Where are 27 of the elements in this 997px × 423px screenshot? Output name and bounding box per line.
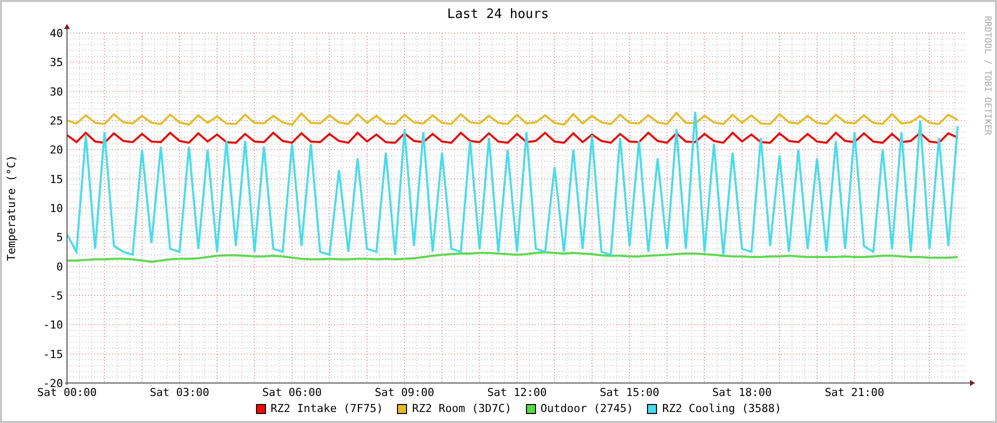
y-tick-label: -10 [43, 318, 63, 332]
legend-label: RZ2 Intake (7F75) [270, 402, 384, 416]
credit-text: RRDTOOL / TOBI OETIKER [982, 16, 992, 136]
y-tick-label: 40 [50, 27, 63, 40]
y-tick-label: -15 [43, 348, 63, 361]
x-tick-label: Sat 09:00 [374, 386, 434, 399]
x-tick-label: Sat 21:00 [824, 386, 884, 399]
y-tick-label: 5 [56, 231, 63, 244]
x-tick-label: Sat 06:00 [262, 386, 322, 399]
y-tick-label: 25 [50, 114, 63, 128]
legend-label: RZ2 Cooling (3588) [662, 402, 782, 416]
x-tick-label: Sat 03:00 [150, 386, 210, 399]
y-tick-label: -5 [50, 290, 63, 302]
y-tick-label: 15 [50, 172, 63, 186]
x-tick-label: Sat 12:00 [487, 386, 547, 399]
y-tick-label: 20 [50, 144, 63, 157]
legend-label: RZ2 Room (3D7C) [412, 402, 512, 416]
y-tick-label: 35 [50, 56, 63, 70]
y-tick-label: 30 [50, 85, 63, 98]
y-axis-label: Temperature (°C) [5, 155, 18, 261]
x-tick-label: Sat 18:00 [712, 386, 772, 399]
legend-label: Outdoor (2745) [540, 402, 634, 416]
chart-title: Last 24 hours [447, 7, 549, 22]
x-tick-label: Sat 00:00 [37, 386, 97, 399]
y-tick-label: 10 [50, 202, 63, 215]
x-tick-label: Sat 15:00 [600, 386, 660, 399]
y-tick-label: 0 [56, 260, 63, 274]
